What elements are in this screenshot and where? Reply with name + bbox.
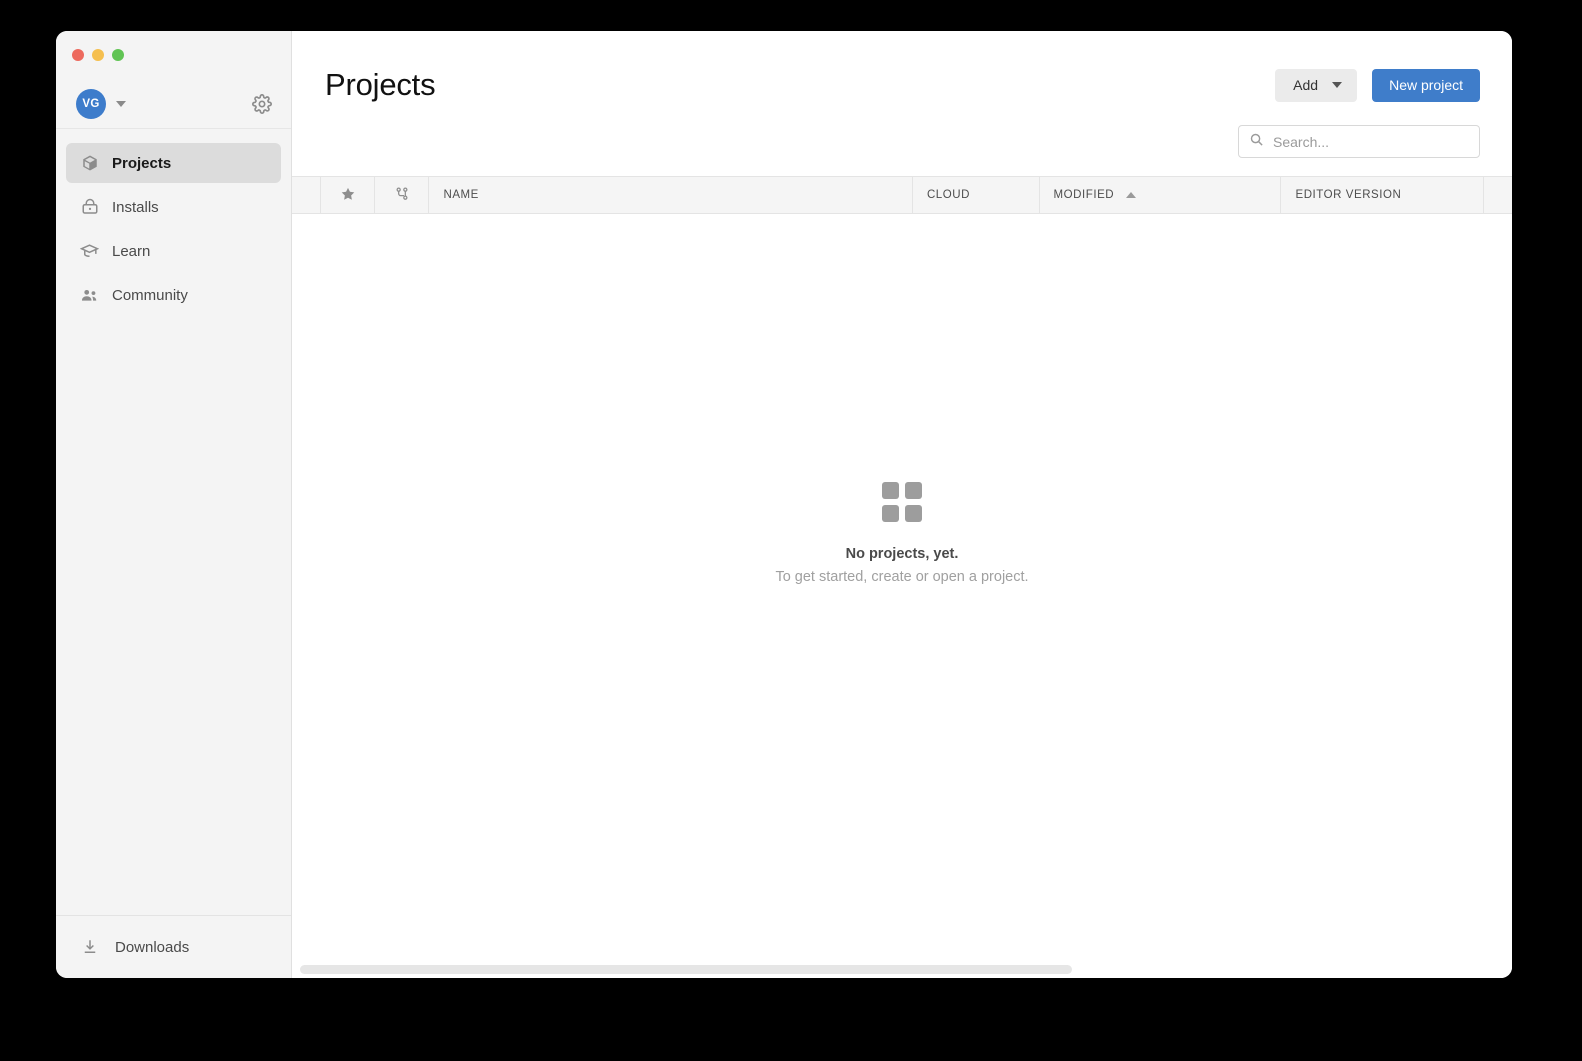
table-column-cloud[interactable]: CLOUD: [913, 177, 1040, 213]
unity-hub-window: VG Projects Installs Learn Community Dow…: [56, 31, 1512, 978]
new-project-button[interactable]: New project: [1372, 68, 1480, 102]
horizontal-scrollbar[interactable]: [292, 963, 1512, 978]
empty-state-subtitle: To get started, create or open a project…: [775, 569, 1029, 585]
drive-icon: [80, 198, 99, 217]
sidebar-item-label: Community: [112, 286, 188, 304]
sidebar-nav: Projects Installs Learn Community: [56, 129, 291, 915]
main-content: Projects Add New project Search... NAME …: [292, 31, 1512, 978]
table-column-actions: [1484, 177, 1512, 213]
table-column-editor-version[interactable]: EDITOR VERSION: [1281, 177, 1484, 213]
gear-icon[interactable]: [251, 93, 273, 115]
header-actions: Add New project: [1275, 68, 1480, 102]
sidebar-footer-label: Downloads: [115, 938, 190, 956]
search-input[interactable]: [1273, 133, 1469, 150]
sidebar: VG Projects Installs Learn Community Dow…: [56, 31, 292, 978]
grid-squares-icon: [882, 482, 922, 522]
sidebar-item-label: Projects: [112, 154, 172, 172]
add-button[interactable]: Add: [1275, 68, 1358, 102]
table-column-name[interactable]: NAME: [429, 177, 913, 213]
search-row: [292, 103, 1512, 158]
table-column-favorite[interactable]: [321, 177, 376, 213]
page-header: Projects Add New project: [292, 31, 1512, 103]
download-icon: [80, 938, 99, 957]
projects-table-header: NAME CLOUD MODIFIED EDITOR VERSION: [292, 176, 1512, 214]
chevron-down-icon: [1332, 82, 1343, 88]
sidebar-item-learn[interactable]: Learn: [66, 231, 281, 271]
branch-icon: [394, 186, 410, 205]
search-box[interactable]: [1238, 125, 1480, 158]
table-column-modified[interactable]: MODIFIED: [1040, 177, 1282, 213]
sidebar-item-downloads[interactable]: Downloads: [80, 938, 189, 957]
table-column-label: CLOUD: [926, 189, 970, 201]
chevron-down-icon[interactable]: [116, 100, 126, 107]
sidebar-item-installs[interactable]: Installs: [66, 187, 281, 227]
projects-table-body: No projects, yet. To get started, create…: [292, 214, 1512, 963]
table-column-label: MODIFIED: [1053, 189, 1115, 201]
sort-ascending-icon: [1126, 192, 1137, 198]
page-title: Projects: [325, 67, 436, 102]
sidebar-item-label: Installs: [112, 198, 159, 216]
avatar[interactable]: VG: [76, 88, 106, 119]
sidebar-footer: Downloads: [56, 915, 291, 978]
empty-state-title: No projects, yet.: [845, 546, 959, 562]
sidebar-item-projects[interactable]: Projects: [66, 143, 281, 183]
people-icon: [80, 286, 99, 305]
maximize-button[interactable]: [112, 49, 124, 61]
star-icon: [340, 186, 356, 205]
account-row: VG: [56, 79, 291, 129]
search-icon: [1249, 132, 1264, 152]
empty-state: No projects, yet. To get started, create…: [775, 482, 1029, 585]
window-titlebar: [56, 31, 291, 79]
minimize-button[interactable]: [92, 49, 104, 61]
close-button[interactable]: [72, 49, 84, 61]
horizontal-scrollbar-thumb[interactable]: [300, 965, 1072, 974]
graduation-cap-icon: [80, 242, 99, 261]
table-column-spacer: [292, 177, 321, 213]
sidebar-item-community[interactable]: Community: [66, 275, 281, 315]
table-column-version-control[interactable]: [375, 177, 430, 213]
table-column-label: EDITOR VERSION: [1295, 189, 1402, 201]
add-button-label: Add: [1293, 77, 1319, 93]
table-column-label: NAME: [443, 189, 479, 201]
sidebar-item-label: Learn: [112, 242, 151, 260]
cube-icon: [80, 154, 99, 173]
